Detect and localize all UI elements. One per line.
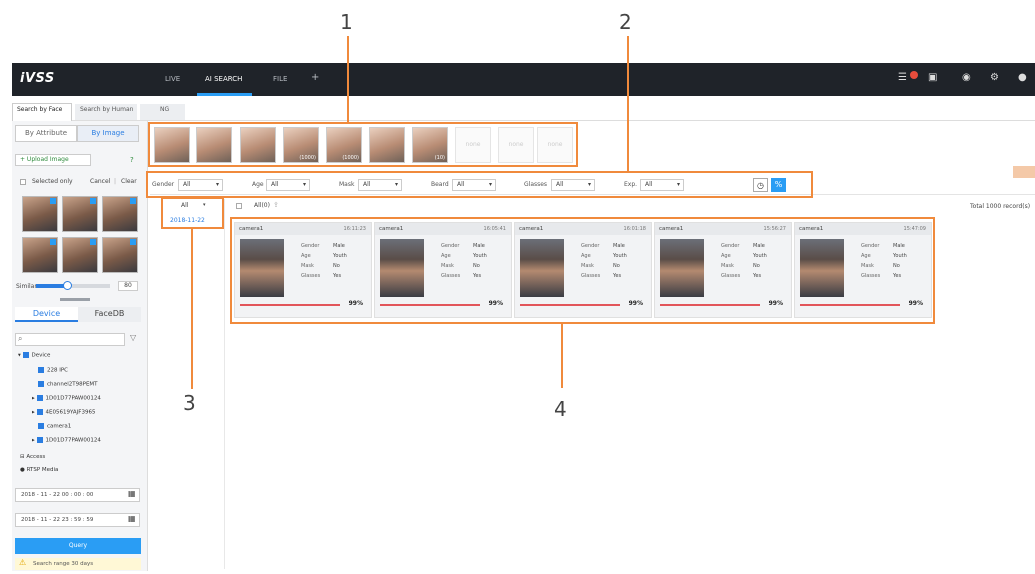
left-panel	[12, 121, 148, 571]
callout-box-3	[161, 197, 224, 229]
user-icon[interactable]: ●	[1018, 72, 1027, 83]
nav-add-tab[interactable]: +	[311, 72, 319, 83]
callout-line-3	[191, 229, 193, 389]
by-image-button[interactable]: By Image	[77, 125, 139, 142]
separator: |	[114, 178, 117, 185]
check-icon	[90, 198, 96, 204]
tree-node[interactable]: camera1	[38, 423, 71, 430]
nav-active-indicator	[197, 93, 252, 96]
collapse-handle[interactable]	[60, 298, 90, 301]
similarity-input[interactable]: 80	[118, 281, 138, 291]
uploaded-face[interactable]	[62, 196, 98, 232]
tree-node[interactable]: ▸ 1D01D77PAW00124	[32, 395, 101, 402]
tab-device[interactable]: Device	[15, 307, 78, 322]
tree-label: 228 IPC	[47, 367, 69, 374]
network-icon[interactable]: ◉	[962, 72, 971, 83]
tab-search-by-face[interactable]: Search by Face	[17, 106, 62, 113]
tree-label: 1D01D77PAW00124	[45, 395, 101, 402]
query-button[interactable]: Query	[15, 538, 141, 554]
upload-image-button[interactable]: + Upload Image	[15, 154, 91, 166]
total-records: Total 1000 record(s)	[970, 203, 1031, 210]
warning-icon: ⚠	[19, 558, 27, 567]
tree-label: Device	[31, 352, 51, 359]
similarity-slider-handle[interactable]	[63, 281, 72, 290]
nav-ai-search[interactable]: AI SEARCH	[205, 75, 242, 83]
cancel-link[interactable]: Cancel	[90, 178, 110, 185]
callout-box-2	[146, 171, 813, 198]
select-all-checkbox[interactable]	[236, 203, 242, 209]
search-range-warning: Search range 30 days	[15, 558, 141, 570]
uploaded-face[interactable]	[102, 196, 138, 232]
record-icon[interactable]: ▣	[928, 72, 937, 83]
tree-node-access[interactable]: ⊟ Access	[20, 454, 45, 460]
check-icon	[90, 239, 96, 245]
settings-icon[interactable]: ⚙	[990, 72, 999, 83]
access-icon: ⊟	[20, 454, 25, 460]
tree-node-rtsp[interactable]: ● RTSP Media	[20, 467, 58, 473]
tab-search-by-human[interactable]: Search by Human	[80, 106, 133, 113]
check-icon	[50, 239, 56, 245]
callout-number-4: 4	[554, 397, 567, 421]
tree-node[interactable]: 228 IPC	[38, 367, 68, 374]
callout-line-2	[627, 36, 629, 171]
callout-box-1	[148, 122, 578, 167]
date-list	[150, 199, 225, 569]
tree-label: channel2T98PEMT	[47, 381, 98, 388]
tree-node[interactable]: channel2T98PEMT	[38, 381, 98, 388]
selected-only-label: Selected only	[32, 178, 73, 185]
export-button[interactable]	[1013, 166, 1035, 178]
tree-label: 4E05619YAJF3965	[45, 409, 96, 416]
similar-label: Similar	[16, 283, 37, 290]
device-search-input[interactable]	[15, 333, 125, 346]
nav-file[interactable]: FILE	[273, 75, 287, 83]
tree-root[interactable]: ▾ Device	[18, 352, 50, 359]
by-attribute-button[interactable]: By Attribute	[15, 125, 77, 142]
alarm-badge	[910, 71, 918, 79]
callout-box-4	[230, 217, 935, 324]
export-icon[interactable]: ⇪	[273, 201, 279, 209]
callout-number-3: 3	[183, 391, 196, 415]
select-all-label: All(0)	[254, 202, 270, 209]
check-icon	[130, 239, 136, 245]
check-icon	[50, 198, 56, 204]
tree-label: 1D01D77PAW00124	[45, 437, 101, 444]
uploaded-face[interactable]	[22, 237, 58, 273]
uploaded-face[interactable]	[62, 237, 98, 273]
callout-number-2: 2	[619, 10, 632, 34]
tree-node[interactable]: ▸ 4E05619YAJF3965	[32, 409, 95, 416]
uploaded-face[interactable]	[102, 237, 138, 273]
search-icon: ⌕	[18, 334, 23, 343]
callout-line-4	[561, 324, 563, 388]
uploaded-face[interactable]	[22, 196, 58, 232]
nav-live[interactable]: LIVE	[165, 75, 180, 83]
selected-only-checkbox[interactable]	[20, 179, 26, 185]
callout-number-1: 1	[340, 10, 353, 34]
start-time-field[interactable]: 2018 - 11 - 22 00 : 00 : 00	[15, 488, 140, 502]
similarity-slider-fill	[36, 284, 66, 288]
clear-link[interactable]: Clear	[121, 178, 137, 185]
tree-label: camera1	[47, 423, 72, 430]
alarm-list-icon[interactable]: ☰	[898, 72, 907, 83]
callout-line-1	[347, 36, 349, 122]
check-icon	[130, 198, 136, 204]
tree-label: RTSP Media	[26, 467, 59, 473]
tree-label: Access	[26, 454, 46, 460]
calendar-icon[interactable]: ▦	[128, 514, 136, 523]
tree-node[interactable]: ▸ 1D01D77PAW00124	[32, 437, 101, 444]
help-icon[interactable]: ?	[130, 156, 134, 164]
tab-ng[interactable]: NG	[160, 106, 169, 113]
end-time-field[interactable]: 2018 - 11 - 22 23 : 59 : 59	[15, 513, 140, 527]
calendar-icon[interactable]: ▦	[128, 489, 136, 498]
filter-icon[interactable]: ▽	[130, 333, 136, 342]
rtsp-icon: ●	[20, 467, 25, 473]
app-logo: iVSS	[20, 71, 55, 86]
tab-facedb[interactable]: FaceDB	[78, 307, 141, 322]
